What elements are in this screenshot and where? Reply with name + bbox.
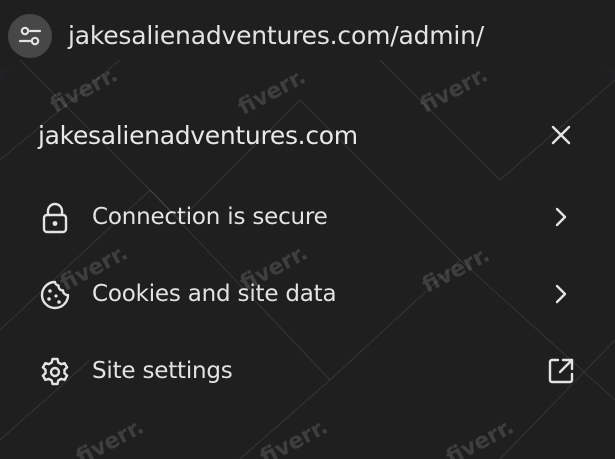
connection-security-label: Connection is secure	[92, 204, 328, 230]
chevron-right-icon	[545, 278, 577, 310]
connection-security-item[interactable]: Connection is secure	[0, 182, 615, 252]
cookies-item[interactable]: Cookies and site data	[0, 259, 615, 329]
close-button[interactable]	[540, 114, 582, 156]
close-icon	[550, 124, 572, 146]
site-info-popup: jakesalienadventures.com Connection is s…	[0, 70, 615, 459]
url-text[interactable]: jakesalienadventures.com/admin/	[68, 18, 484, 54]
site-settings-label: Site settings	[92, 358, 233, 384]
browser-window: jakesalienadventures.com/admin/ jakesali…	[0, 0, 615, 459]
open-in-new-icon	[545, 355, 577, 387]
lock-icon	[38, 201, 72, 235]
tune-icon	[17, 23, 43, 49]
address-bar: jakesalienadventures.com/admin/	[0, 0, 615, 70]
gear-icon	[38, 355, 72, 389]
cookies-label: Cookies and site data	[92, 281, 337, 307]
site-info-button[interactable]	[8, 14, 52, 58]
popup-title: jakesalienadventures.com	[38, 121, 358, 150]
chevron-right-icon	[545, 201, 577, 233]
site-settings-item[interactable]: Site settings	[0, 336, 615, 406]
cookie-icon	[38, 278, 72, 312]
